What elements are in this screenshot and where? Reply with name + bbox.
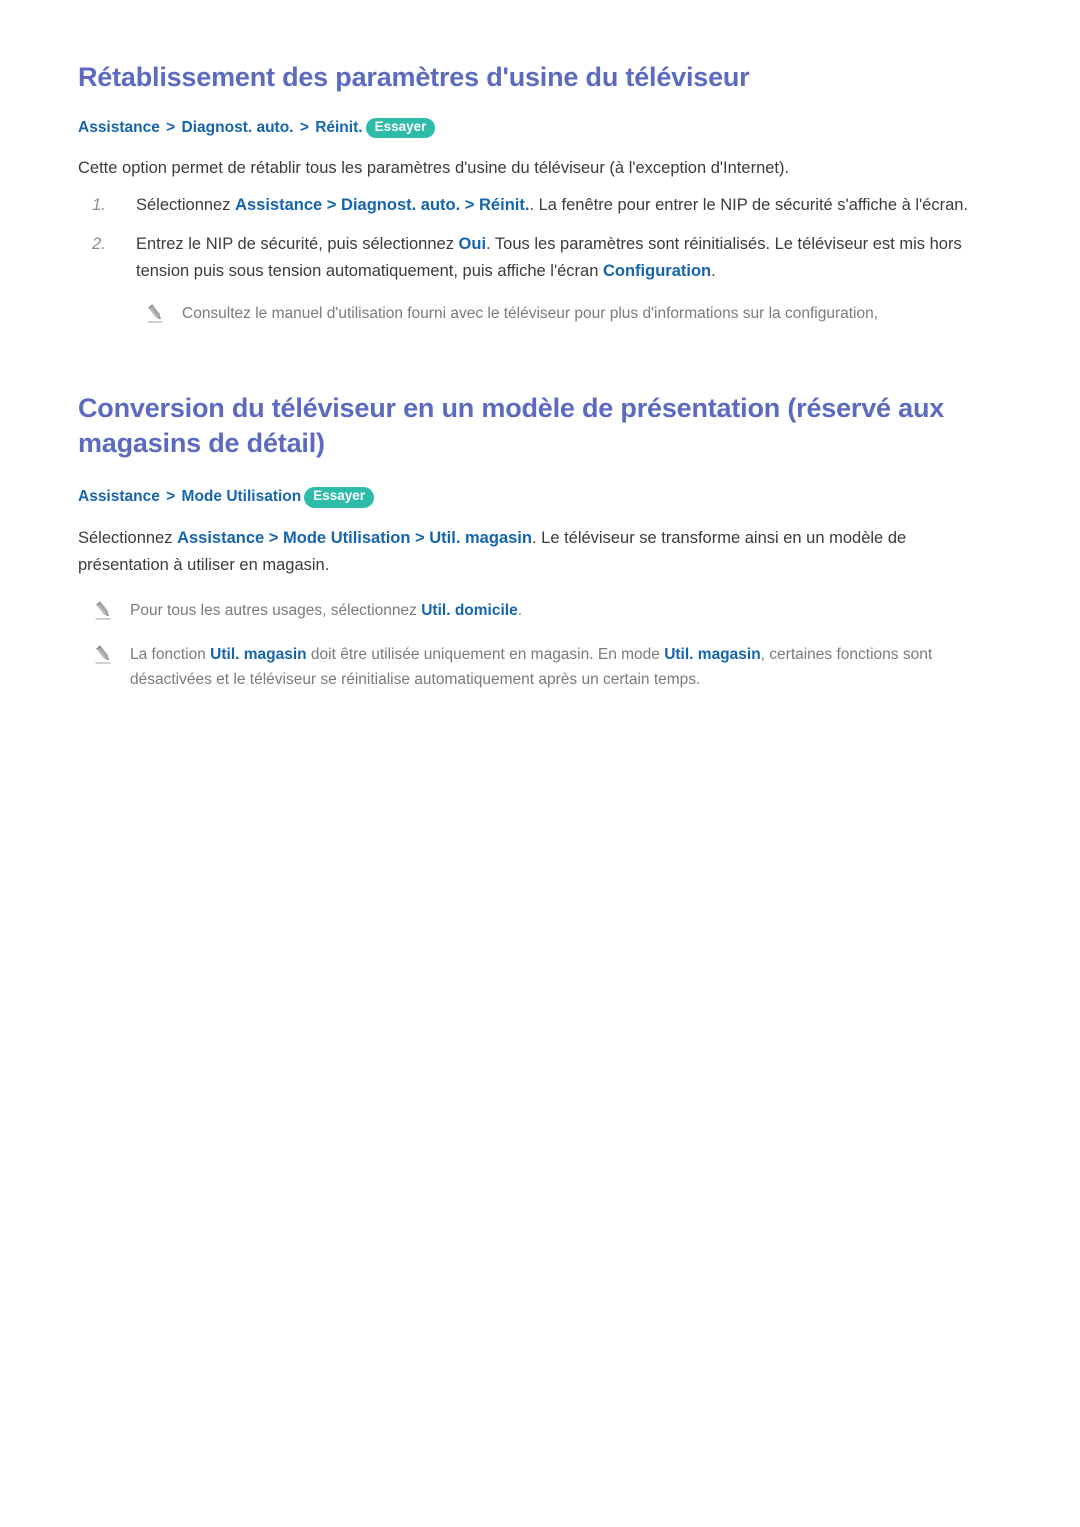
page-title: Rétablissement des paramètres d'usine du… — [78, 62, 750, 92]
menu-path-separator: > — [322, 196, 342, 215]
note-item: Pour tous les autres usages, sélectionne… — [78, 599, 1000, 624]
menu-option-util-magasin[interactable]: Util. magasin — [210, 646, 306, 663]
breadcrumb-separator: > — [166, 488, 176, 506]
document-page: Rétablissement des paramètres d'usine du… — [0, 0, 1080, 1527]
try-it-badge[interactable]: Essayer — [304, 487, 375, 509]
menu-screen-configuration[interactable]: Configuration — [603, 262, 711, 280]
step-text-fragment: Sélectionnez — [136, 196, 236, 215]
note-text-fragment: Pour tous les autres usages, sélectionne… — [130, 601, 422, 619]
list-item-text: Entrez le NIP de sécurité, puis sélectio… — [136, 235, 962, 280]
note-item: Consultez le manuel d'utilisation fourni… — [130, 302, 1000, 327]
menu-path-assistance[interactable]: Assistance — [235, 196, 322, 214]
note-text: Consultez le manuel d'utilisation fourni… — [182, 305, 878, 322]
breadcrumb-item-reinit[interactable]: Réinit. — [315, 119, 362, 136]
breadcrumb-separator: > — [299, 118, 309, 136]
section-intro-text: Cette option permet de rétablir tous les… — [78, 159, 790, 178]
breadcrumb-item-diagnostic[interactable]: Diagnost. auto. — [182, 119, 294, 136]
breadcrumb-item-assistance[interactable]: Assistance — [78, 119, 160, 136]
menu-path-separator: > — [264, 529, 284, 548]
step-text-fragment: Entrez le NIP de sécurité, puis sélectio… — [136, 234, 459, 253]
list-item: 2. Entrez le NIP de sécurité, puis sélec… — [78, 231, 1000, 284]
pencil-icon — [92, 645, 114, 665]
list-item: 1. Sélectionnez Assistance > Diagnost. a… — [78, 192, 1000, 219]
step-text-fragment: . — [711, 261, 716, 280]
menu-option-util-magasin[interactable]: Util. magasin — [664, 646, 760, 663]
menu-path-diagnostic[interactable]: Diagnost. auto. — [341, 196, 460, 214]
menu-path-util-magasin[interactable]: Util. magasin — [429, 529, 532, 547]
breadcrumb: Assistance > Mode Utilisation Essayer — [78, 486, 1000, 509]
menu-path-separator: > — [410, 529, 430, 548]
menu-path-assistance[interactable]: Assistance — [177, 529, 264, 547]
list-item-number: 1. — [92, 196, 106, 215]
step-text-fragment: . La fenêtre pour entrer le NIP de sécur… — [529, 196, 969, 215]
note-text-fragment: Consultez le manuel d'utilisation fourni… — [182, 305, 879, 323]
menu-option-oui[interactable]: Oui — [459, 235, 487, 253]
section-intro-text: Sélectionnez Assistance > Mode Utilisati… — [78, 525, 1000, 578]
menu-option-util-domicile[interactable]: Util. domicile — [421, 602, 517, 619]
try-it-badge[interactable]: Essayer — [365, 117, 436, 139]
breadcrumb: Assistance > Diagnost. auto. > Réinit. Es… — [78, 117, 1000, 140]
list-item-text: Sélectionnez Assistance > Diagnost. auto… — [136, 196, 968, 214]
note-text: Pour tous les autres usages, sélectionne… — [130, 602, 522, 619]
intro-text-fragment: Sélectionnez — [78, 529, 178, 548]
menu-path-mode-utilisation[interactable]: Mode Utilisation — [283, 529, 410, 547]
note-text-fragment: doit être utilisée uniquement en magasin… — [306, 646, 665, 664]
menu-path-separator: > — [460, 196, 480, 215]
pencil-icon — [144, 304, 166, 324]
pencil-icon — [92, 600, 114, 621]
page-title: Conversion du téléviseur en un modèle de… — [78, 393, 945, 458]
menu-path-reinit[interactable]: Réinit. — [479, 196, 529, 214]
section-store-demo-mode: Conversion du téléviseur en un modèle de… — [78, 391, 1000, 693]
steps-list: 1. Sélectionnez Assistance > Diagnost. a… — [78, 192, 1000, 284]
note-text: La fonction Util. magasin doit être util… — [130, 646, 932, 688]
note-text-fragment: La fonction — [130, 646, 211, 664]
note-item: La fonction Util. magasin doit être util… — [78, 643, 1000, 693]
breadcrumb-separator: > — [166, 118, 176, 136]
breadcrumb-item-mode-utilisation[interactable]: Mode Utilisation — [182, 488, 302, 505]
note-text-fragment: . — [517, 601, 523, 619]
list-item-number: 2. — [92, 234, 106, 253]
notes-group: Pour tous les autres usages, sélectionne… — [78, 599, 1000, 693]
section-factory-reset: Rétablissement des paramètres d'usine du… — [78, 60, 1000, 327]
notes-group: Consultez le manuel d'utilisation fourni… — [78, 302, 1000, 327]
breadcrumb-item-assistance[interactable]: Assistance — [78, 488, 160, 505]
